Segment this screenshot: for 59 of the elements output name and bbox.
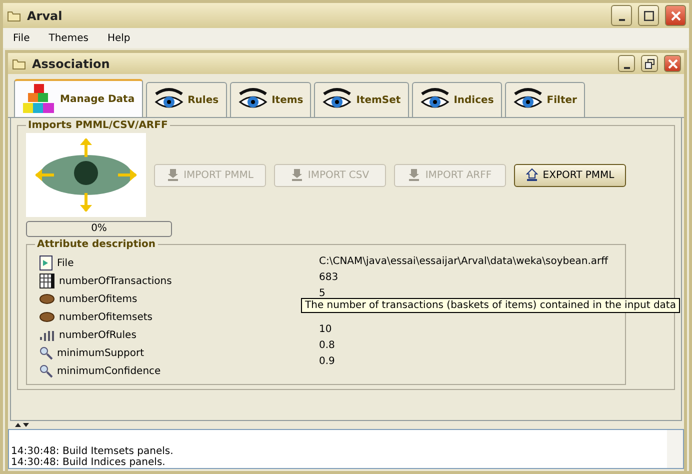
tab[interactable]: Filter [504, 82, 585, 117]
attribute-name: numberOfitems [59, 294, 138, 304]
grid-icon [39, 273, 55, 289]
menu-item[interactable]: File [7, 32, 43, 44]
attribute-name: minimumSupport [57, 348, 144, 358]
download-icon [408, 168, 420, 182]
attribute-value: 683 [319, 271, 340, 285]
minimize-button[interactable] [611, 5, 632, 26]
magnifier-icon [39, 364, 53, 378]
minimize-icon [624, 66, 630, 68]
attribute-name: numberOfRules [59, 330, 136, 340]
upload-icon [526, 168, 538, 182]
download-icon [290, 168, 303, 182]
folder-icon [12, 58, 26, 70]
attribute-name: numberOfTransactions [59, 276, 172, 286]
menu-item[interactable]: Themes [42, 32, 102, 44]
maximize-button[interactable] [638, 5, 659, 26]
tab[interactable]: Items [230, 82, 312, 117]
scrollbar[interactable] [667, 430, 683, 468]
attribute-value: 10 [319, 323, 333, 337]
magnifier-icon [39, 346, 53, 360]
attribute-value: C:\CNAM\java\essai\essaijar\Arval\data\weka\soybean.arff [319, 255, 608, 269]
internal-title: Association [32, 56, 111, 70]
bread-icon [39, 293, 55, 305]
minimize-button[interactable] [618, 55, 635, 72]
tab[interactable]: Manage Data [14, 79, 143, 117]
attribute-value: 5 [319, 287, 326, 300]
menu-item[interactable]: Help [101, 32, 144, 44]
attribute-name: numberOfitemsets [59, 312, 153, 322]
close-button[interactable] [665, 5, 686, 26]
folder-icon [7, 10, 21, 22]
attribute-value: 0.9 [319, 355, 336, 369]
attribute-name: File [57, 258, 74, 268]
minimize-icon [618, 18, 624, 20]
log-line: 14:30:48: Build Itemsets panels. [11, 446, 174, 457]
blocks-icon [22, 83, 56, 115]
restore-button[interactable] [641, 55, 658, 72]
progress-reading: 0% [90, 222, 108, 236]
tooltip: The number of transactions (baskets of items) contained in the input data [301, 298, 680, 313]
attribute-value: 0.8 [319, 339, 336, 353]
attribute-name: minimumConfidence [57, 366, 161, 376]
group-title: Imports PMML/CSV/ARFF [27, 120, 169, 131]
action-button[interactable]: EXPORT PMML [514, 164, 626, 186]
tab[interactable]: Indices [412, 82, 502, 117]
expand-arrows-icon [14, 422, 30, 428]
download-icon [166, 168, 179, 182]
close-button[interactable] [664, 55, 681, 72]
restore-icon [644, 58, 654, 68]
maximize-icon [644, 10, 654, 20]
document-icon [39, 255, 53, 271]
close-icon [668, 58, 678, 68]
bread-icon [39, 311, 55, 323]
tab[interactable]: Rules [146, 82, 227, 117]
window-title: Arval [27, 8, 64, 22]
bar-chart-icon [39, 328, 55, 342]
group-title: Attribute description [36, 239, 157, 250]
tab[interactable]: ItemSet [314, 82, 409, 117]
close-icon [670, 10, 680, 20]
log-line: 14:30:48: Build Indices panels. [11, 457, 166, 468]
